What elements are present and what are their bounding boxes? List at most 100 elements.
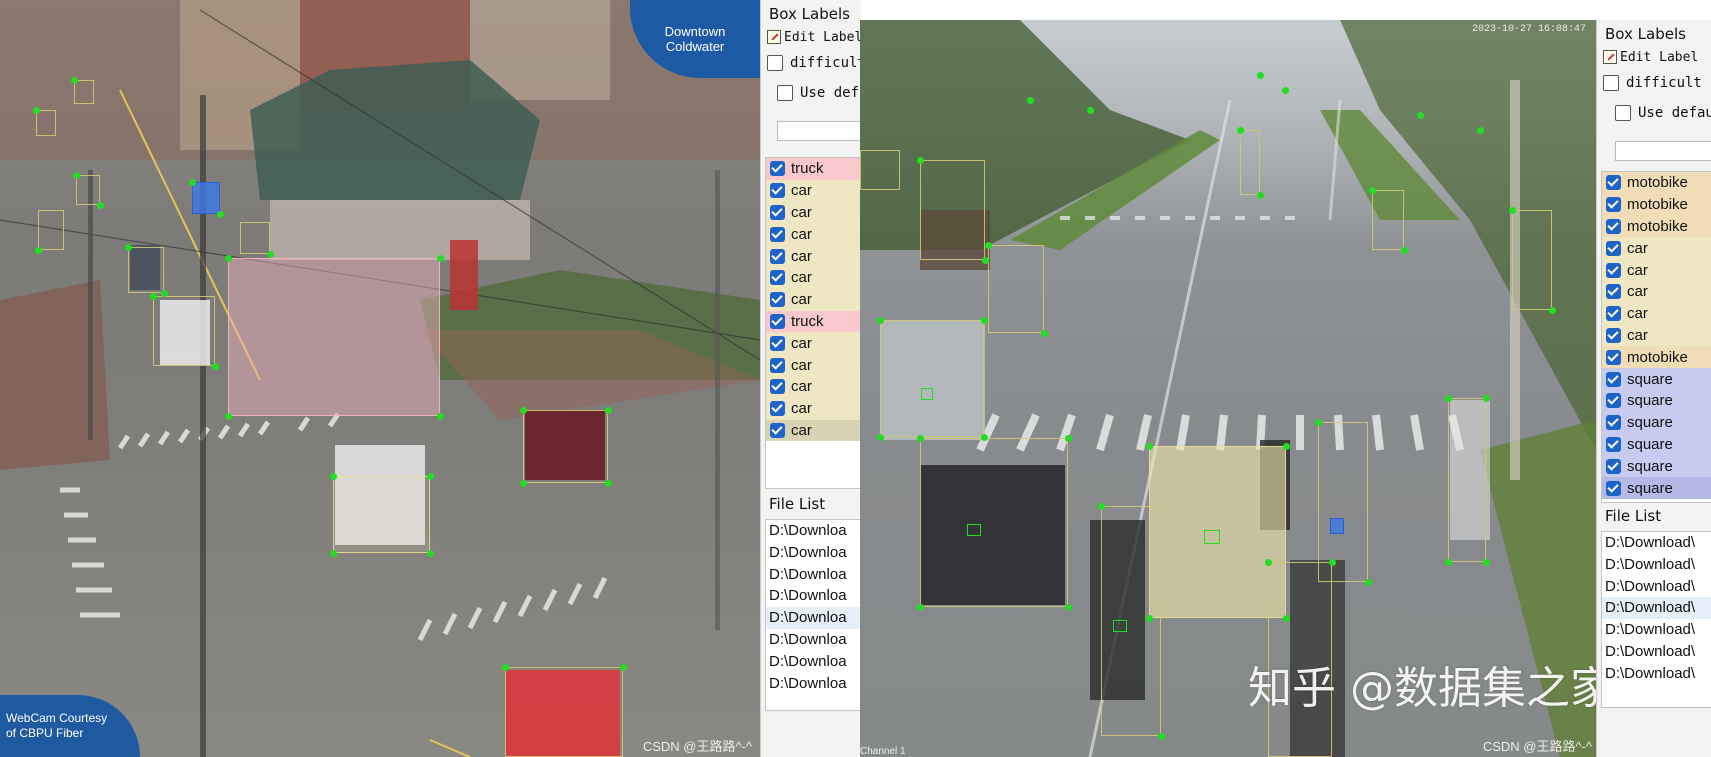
checkbox-box[interactable]	[767, 55, 783, 71]
bbox-vertex[interactable]	[916, 156, 924, 164]
bbox-vertex[interactable]	[1314, 418, 1322, 426]
bbox-vertex[interactable]	[619, 663, 627, 671]
bbox-vertex[interactable]	[1482, 558, 1490, 566]
bbox-vertex[interactable]	[1282, 614, 1290, 622]
bbox-vertex[interactable]	[70, 76, 78, 84]
checkbox-box[interactable]	[777, 85, 793, 101]
label-list-item[interactable]: car	[766, 266, 860, 289]
checkbox-checked-icon[interactable]	[1606, 349, 1621, 365]
edit-label-button[interactable]: Edit Label	[767, 27, 861, 47]
label-list-item[interactable]: car	[766, 332, 860, 355]
label-list-item[interactable]: car	[1602, 259, 1711, 281]
bbox-vertex[interactable]	[1282, 442, 1290, 450]
bbox-vertex[interactable]	[1064, 434, 1072, 442]
bbox-car-selected[interactable]	[192, 182, 220, 214]
checkbox-checked-icon[interactable]	[770, 335, 785, 351]
bbox-car[interactable]	[920, 160, 985, 260]
label-list-item[interactable]: motobike	[1602, 215, 1711, 238]
label-list-item[interactable]: truck	[766, 158, 860, 180]
bbox-vertex[interactable]	[224, 412, 232, 420]
checkbox-checked-icon[interactable]	[1606, 415, 1621, 431]
box-label-list[interactable]: motobike motobike motobike car car car car car m…	[1601, 171, 1711, 503]
label-list-item[interactable]: motobike	[1602, 346, 1711, 369]
checkbox-box[interactable]	[1603, 75, 1619, 91]
bbox-vertex[interactable]	[1364, 578, 1372, 586]
bbox-vertex[interactable]	[224, 254, 232, 262]
file-list-item[interactable]: D:\Downloa	[766, 607, 860, 629]
bbox-car[interactable]	[38, 210, 64, 250]
bbox-vertex[interactable]	[1508, 206, 1516, 214]
bbox-motobike[interactable]	[1372, 190, 1404, 250]
bbox-vertex[interactable]	[329, 472, 337, 480]
bbox-vertex[interactable]	[329, 549, 337, 557]
label-list-item[interactable]: car	[766, 179, 860, 202]
box-label-list[interactable]: truck car car car car car car truck car car car car…	[765, 157, 861, 489]
bbox-car[interactable]	[240, 222, 270, 254]
label-list-item[interactable]: car	[766, 201, 860, 224]
bbox-car[interactable]	[523, 410, 608, 483]
bbox-vertex[interactable]	[981, 256, 989, 264]
bbox-vertex[interactable]	[604, 479, 612, 487]
checkbox-checked-icon[interactable]	[770, 379, 785, 395]
bbox-vertex[interactable]	[1548, 306, 1556, 314]
label-list-item[interactable]: car	[766, 288, 860, 311]
bbox-vertex[interactable]	[426, 472, 434, 480]
bbox-vertex[interactable]	[984, 241, 992, 249]
label-list-item[interactable]: motobike	[1602, 193, 1711, 216]
bbox-vertex[interactable]	[1145, 442, 1153, 450]
use-default-label-checkbox[interactable]: Use def	[777, 85, 861, 101]
bbox-truck[interactable]	[153, 296, 215, 366]
bbox-truck[interactable]	[228, 258, 440, 416]
file-list-item[interactable]: D:\Download\	[1602, 576, 1711, 598]
bbox-vertex[interactable]	[1256, 71, 1264, 79]
file-list-item[interactable]: D:\Download\	[1602, 532, 1711, 554]
bbox-vertex[interactable]	[160, 289, 168, 297]
bbox-square[interactable]	[1113, 620, 1127, 632]
checkbox-checked-icon[interactable]	[1606, 327, 1621, 343]
checkbox-checked-icon[interactable]	[1606, 393, 1621, 409]
bbox-vertex[interactable]	[149, 292, 157, 300]
bbox-motobike[interactable]	[988, 245, 1044, 333]
bbox-vertex[interactable]	[1097, 502, 1105, 510]
checkbox-checked-icon[interactable]	[1606, 284, 1621, 300]
checkbox-checked-icon[interactable]	[770, 357, 785, 373]
bbox-square[interactable]	[967, 524, 981, 536]
bbox-vertex[interactable]	[1400, 246, 1408, 254]
bbox-vertex[interactable]	[980, 316, 988, 324]
checkbox-checked-icon[interactable]	[1606, 262, 1621, 278]
bbox-vertex[interactable]	[266, 250, 274, 258]
label-list-item[interactable]: square	[1602, 411, 1711, 434]
bbox-vertex[interactable]	[1236, 126, 1244, 134]
file-list-item[interactable]: D:\Downloa	[766, 629, 860, 651]
bbox-vertex[interactable]	[876, 433, 884, 441]
label-list-item[interactable]: car	[766, 375, 860, 398]
bbox-square[interactable]	[921, 388, 933, 400]
bbox-vertex[interactable]	[1145, 614, 1153, 622]
label-list-item[interactable]: square	[1602, 455, 1711, 478]
bbox-vertex[interactable]	[216, 210, 224, 218]
bbox-vertex[interactable]	[876, 316, 884, 324]
checkbox-checked-icon[interactable]	[1606, 458, 1621, 474]
bbox-vertex[interactable]	[916, 603, 924, 611]
bbox-motobike[interactable]	[1448, 398, 1486, 562]
bbox-car[interactable]	[860, 150, 900, 190]
bbox-car[interactable]	[128, 247, 164, 293]
difficult-checkbox[interactable]: difficult	[1603, 75, 1711, 91]
default-label-input[interactable]	[777, 121, 861, 141]
label-list-item[interactable]: motobike	[1602, 172, 1711, 194]
default-label-input[interactable]	[1615, 141, 1711, 161]
file-list-item[interactable]: D:\Downloa	[766, 651, 860, 673]
bbox-vertex[interactable]	[1086, 106, 1094, 114]
bbox-car[interactable]	[880, 320, 984, 437]
bbox-car[interactable]	[505, 667, 623, 757]
label-list-item[interactable]: car	[1602, 302, 1711, 325]
file-list-item[interactable]: D:\Downloa	[766, 673, 860, 695]
label-list-item[interactable]: car	[766, 419, 860, 442]
file-list-item[interactable]: D:\Download\	[1602, 554, 1711, 576]
file-list-item[interactable]: D:\Downloa	[766, 542, 860, 564]
bbox-vertex[interactable]	[980, 433, 988, 441]
label-list-item[interactable]: car	[1602, 280, 1711, 303]
label-list-item[interactable]: square	[1602, 389, 1711, 412]
checkbox-checked-icon[interactable]	[770, 401, 785, 417]
bbox-vertex[interactable]	[188, 178, 196, 186]
